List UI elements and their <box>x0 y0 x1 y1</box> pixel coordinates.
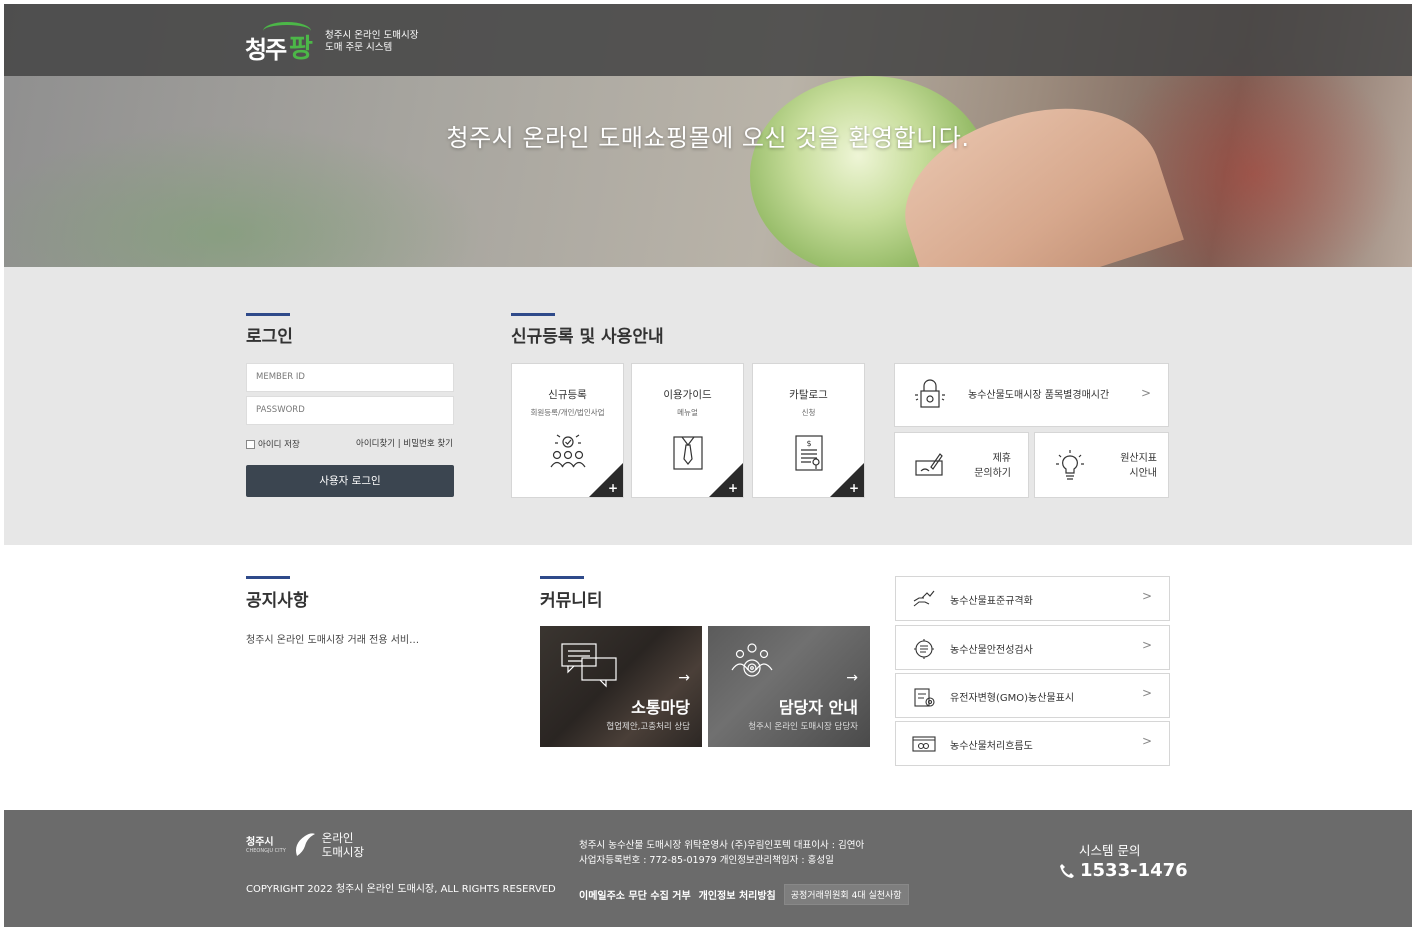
info-link-label: 농수산물처리흐름도 <box>950 741 1033 752</box>
signing-pen-icon <box>915 453 943 476</box>
chevron-right-icon: > <box>1141 686 1152 700</box>
signup-card-guide[interactable]: 이용가이드 메뉴얼 + <box>631 363 744 498</box>
community-card-subtitle: 청주시 온라인 도매시장 담당자 <box>748 722 858 732</box>
logo-main-text: 청주 <box>245 36 287 64</box>
footer-links: 이메일주소 무단 수집 거부 개인정보 처리방침 공정거래위원회 4대 실천사항 <box>579 884 909 905</box>
community-card-title: 담당자 안내 <box>778 698 858 717</box>
people-target-icon <box>728 642 776 686</box>
find-id-password-link[interactable]: 아이디찾기 | 비밀번호 찾기 <box>356 437 453 449</box>
signup-title: 신규등록 및 사용안내 <box>511 327 664 347</box>
section-accent-bar <box>540 576 584 579</box>
chevron-right-icon: > <box>1141 638 1152 652</box>
system-inquiry-title: 시스템 문의 <box>1079 843 1141 858</box>
card-subtitle: 신청 <box>801 408 816 417</box>
community-card-staff-guide[interactable]: → 담당자 안내 청주시 온라인 도매시장 담당자 <box>708 626 870 747</box>
section-accent-bar <box>246 576 290 579</box>
footer-logo: 청주시 CHEONGJU CITY 온라인 도매시장 <box>246 831 364 859</box>
info-link-process-flow[interactable]: 농수산물처리흐름도 > <box>895 721 1170 766</box>
notice-title: 공지사항 <box>246 591 309 611</box>
checkbox-box[interactable] <box>246 439 255 449</box>
notice-list-item[interactable]: 청주시 온라인 도매시장 거래 전용 서비… <box>246 631 419 646</box>
partnership-inquiry-box[interactable]: 제휴 문의하기 <box>894 432 1029 498</box>
signup-card-register[interactable]: 신규등록 회원등록/개인/법인사업 + <box>511 363 624 498</box>
save-id-label: 아이디 저장 <box>258 440 300 450</box>
phone-icon <box>1060 863 1074 878</box>
footer-copyright: COPYRIGHT 2022 청주시 온라인 도매시장, ALL RIGHTS … <box>246 884 556 895</box>
partnership-label: 제휴 문의하기 <box>974 453 1011 479</box>
hand-chart-icon <box>913 590 935 607</box>
email-refusal-link[interactable]: 이메일주소 무단 수집 거부 <box>579 887 691 902</box>
chat-bubbles-icon <box>560 642 620 692</box>
arrow-right-icon: → <box>846 670 858 686</box>
chevron-right-icon: > <box>1141 386 1152 400</box>
section-accent-bar <box>511 313 555 316</box>
plus-icon: + <box>727 481 738 495</box>
clipboard-gmo-icon <box>914 688 935 707</box>
card-title: 신규등록 <box>548 389 587 401</box>
logo-mark: 청주 팡 <box>245 20 319 64</box>
footer-logo-name: 도매시장 <box>321 845 365 859</box>
plus-icon: + <box>607 481 618 495</box>
chevron-right-icon: > <box>1141 734 1152 748</box>
logo-accent-text: 팡 <box>289 34 313 64</box>
login-title: 로그인 <box>246 327 293 347</box>
info-link-label: 농수산물안전성검사 <box>950 645 1033 656</box>
community-title: 커뮤니티 <box>540 591 603 611</box>
fair-trade-link[interactable]: 공정거래위원회 4대 실천사항 <box>783 884 909 905</box>
signup-card-catalog[interactable]: 카탈로그 신청 $ + <box>752 363 865 498</box>
origin-label-guide-box[interactable]: 원산지표 시안내 <box>1034 432 1169 498</box>
phone-number: 1533-1476 <box>1080 860 1188 881</box>
card-title: 이용가이드 <box>663 389 712 401</box>
footer-company-info: 청주시 농수산물 도매시장 위탁운영사 (주)우림인포텍 대표이사 : 김연아 … <box>579 840 865 866</box>
community-card-subtitle: 협업제안,고충처리 상담 <box>606 722 690 732</box>
info-link-standardization[interactable]: 농수산물표준규격화 > <box>895 576 1170 621</box>
member-id-input[interactable]: MEMBER ID <box>246 363 454 392</box>
footer <box>4 810 1412 927</box>
page: 청주 팡 청주시 온라인 도매시장 도매 주문 시스템 청주시 온라인 도매쇼핑… <box>4 4 1412 927</box>
info-link-gmo[interactable]: 유전자변형(GMO)농산물표시 > <box>895 673 1170 718</box>
svg-text:$: $ <box>806 439 811 448</box>
privacy-policy-link[interactable]: 개인정보 처리방침 <box>699 887 776 902</box>
top-header <box>4 4 1412 76</box>
lightbulb-icon <box>1056 450 1084 480</box>
hero-banner: 청주 팡 청주시 온라인 도매시장 도매 주문 시스템 청주시 온라인 도매쇼핑… <box>4 4 1412 267</box>
card-title: 카탈로그 <box>789 389 828 401</box>
footer-logo-name: 온라인 <box>321 831 354 845</box>
footer-logo-city-en: CHEONGJU CITY <box>246 847 286 854</box>
logo-tagline: 청주시 온라인 도매시장 도매 주문 시스템 <box>325 30 419 53</box>
user-login-button[interactable]: 사용자 로그인 <box>246 465 454 497</box>
lock-icon <box>915 379 945 408</box>
site-logo[interactable]: 청주 팡 청주시 온라인 도매시장 도매 주문 시스템 <box>245 20 418 64</box>
plus-icon: + <box>848 481 859 495</box>
save-id-checkbox[interactable]: 아이디 저장 <box>246 438 300 450</box>
community-card-title: 소통마당 <box>631 698 690 717</box>
info-link-safety-test[interactable]: 농수산물안전성검사 > <box>895 625 1170 670</box>
system-inquiry-phone[interactable]: 1533-1476 <box>1059 860 1188 881</box>
arrow-right-icon: → <box>678 670 690 686</box>
card-subtitle: 메뉴얼 <box>677 408 698 417</box>
chevron-right-icon: > <box>1141 589 1152 603</box>
community-card-communication[interactable]: → 소통마당 협업제안,고충처리 상담 <box>540 626 702 747</box>
info-link-label: 농수산물표준규격화 <box>950 596 1033 607</box>
gear-list-icon <box>914 639 934 659</box>
footer-logo-city: 청주시 <box>246 836 274 848</box>
info-link-label: 유전자변형(GMO)농산물표시 <box>950 693 1075 704</box>
auction-time-box[interactable]: 농수산물도매시장 품목별경매시간 > <box>894 363 1169 427</box>
section-accent-bar <box>246 313 290 316</box>
city-emblem-icon <box>295 833 315 856</box>
password-input[interactable]: PASSWORD <box>246 396 454 425</box>
card-subtitle: 회원등록/개인/법인사업 <box>530 408 605 417</box>
hero-welcome-title: 청주시 온라인 도매쇼핑몰에 오신 것을 환영합니다. <box>446 124 970 152</box>
origin-label: 원산지표 시안내 <box>1120 453 1157 479</box>
flow-link-icon <box>912 736 936 752</box>
auction-time-label: 농수산물도매시장 품목별경매시간 <box>968 390 1110 401</box>
